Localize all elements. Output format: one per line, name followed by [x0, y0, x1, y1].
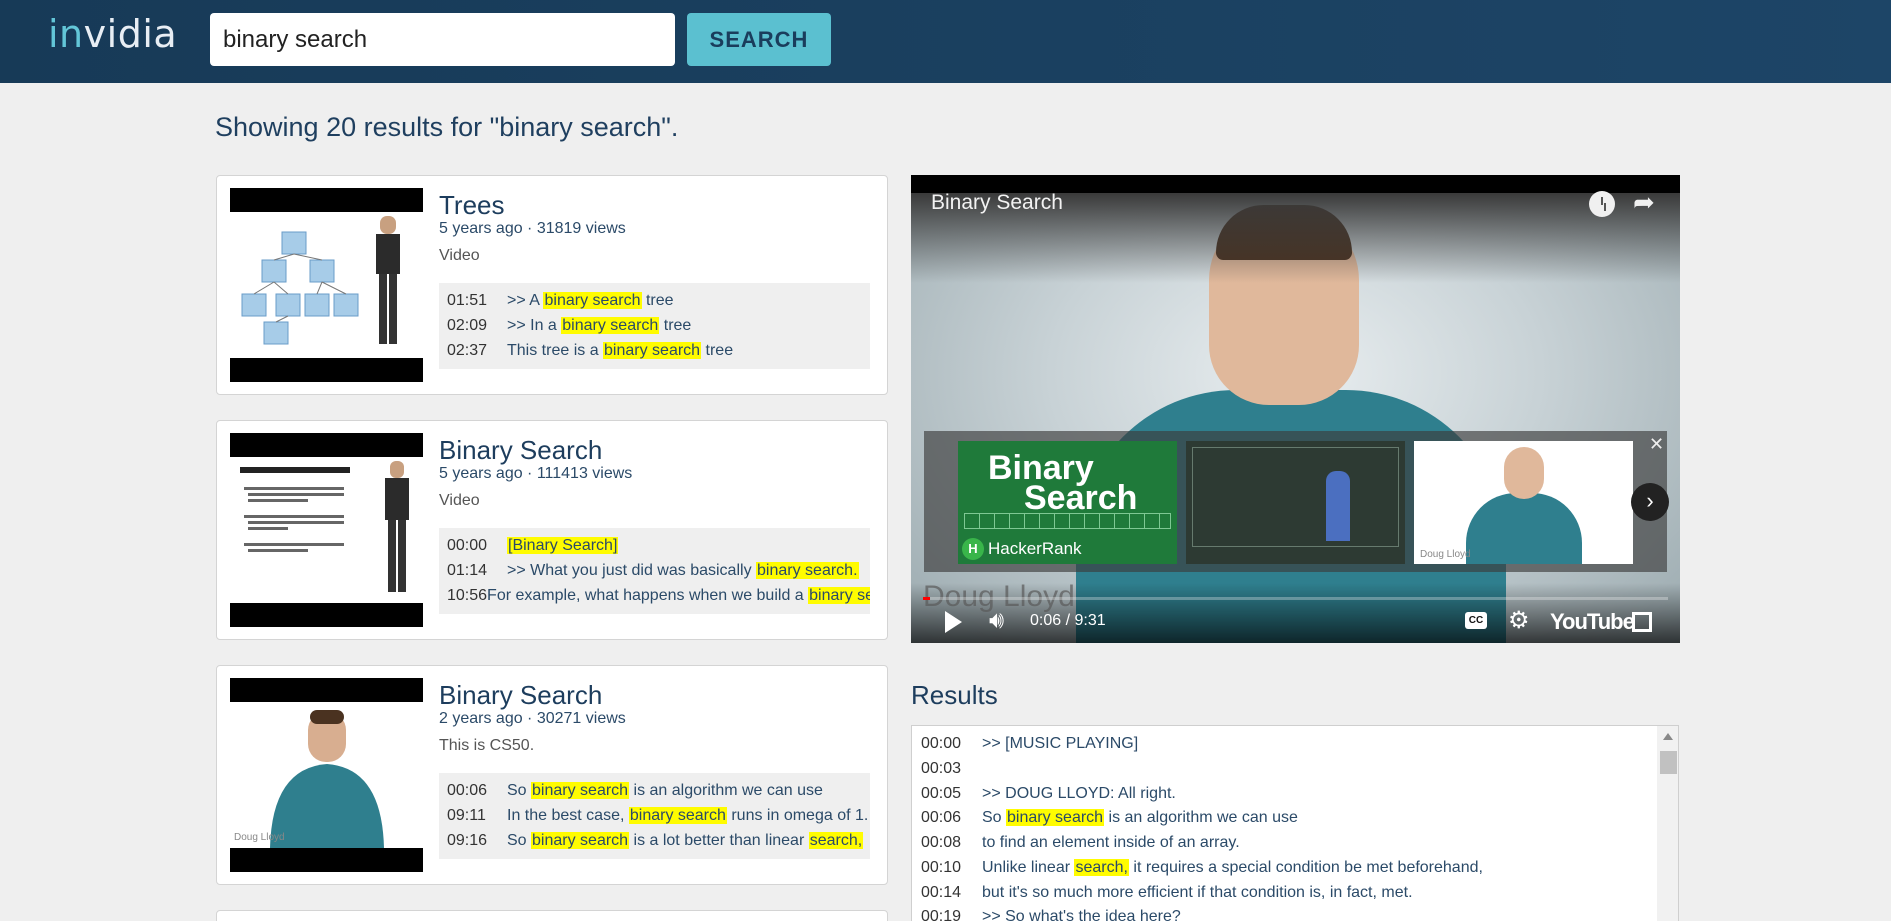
result-meta: 2 years ago · 30271 views — [439, 710, 626, 727]
result-card[interactable]: Doug Lloyd Binary Search 2 years ago · 3… — [216, 665, 888, 885]
snippet-row[interactable]: 10:56 For example, what happens when we b… — [447, 583, 870, 608]
end-screen-suggestions: Binary Search H HackerRank Doug Lloyd ✕ … — [924, 431, 1669, 572]
transcript-scrollbar[interactable] — [1657, 726, 1678, 921]
snippet-row[interactable]: 02:37 This tree is a binary search tree — [447, 338, 870, 363]
snippet-row[interactable]: 01:51 >> A binary search tree — [447, 288, 870, 313]
result-type: Video — [439, 492, 480, 509]
player-controls: 🔊︎ 0:06 / 9:31 CC ⚙ YouTube — [911, 603, 1680, 643]
chalkboard-graphic — [1192, 447, 1399, 547]
transcript-line[interactable]: 00:06 So binary search is an algorithm we… — [921, 809, 1298, 827]
video-thumbnail[interactable] — [230, 188, 423, 382]
transcript-line[interactable]: 00:14 but it's so much more efficient if … — [921, 884, 1413, 902]
scroll-up-icon[interactable] — [1663, 733, 1673, 740]
search-input[interactable] — [210, 13, 675, 66]
result-title[interactable]: Binary Search — [439, 435, 602, 466]
video-thumbnail[interactable] — [230, 433, 423, 627]
snippet-list: 00:00 [Binary Search] 01:14 >> What you ju… — [439, 528, 870, 614]
transcript-line[interactable]: 00:03 — [921, 760, 982, 778]
slide-thumbnail — [240, 461, 409, 592]
share-icon[interactable]: ➦ — [1633, 189, 1655, 215]
snippet-row[interactable]: 00:00 [Binary Search] — [447, 533, 870, 558]
invidia-logo[interactable]: invidia — [48, 12, 177, 56]
snippet-row[interactable]: 01:14 >> What you just did was basically … — [447, 558, 870, 583]
play-icon[interactable] — [945, 611, 962, 633]
transcript-line[interactable]: 00:10 Unlike linear search, it requires a… — [921, 859, 1483, 877]
transcript-line[interactable]: 00:00 >> [MUSIC PLAYING] — [921, 735, 1138, 753]
snippet-row[interactable]: 09:16 So binary search is a lot better th… — [447, 828, 870, 853]
result-meta: 5 years ago · 31819 views — [439, 220, 626, 237]
transcript-line[interactable]: 00:08 to find an element inside of an arr… — [921, 834, 1240, 852]
lecturer-figure — [1326, 471, 1350, 541]
fullscreen-icon[interactable] — [1632, 612, 1652, 632]
player-title[interactable]: Binary Search — [931, 191, 1063, 215]
transcript-list: 00:00 >> [MUSIC PLAYING] 00:03 00:05 >> DO… — [911, 725, 1679, 921]
speaker-thumbnail — [270, 710, 384, 848]
video-thumbnail[interactable]: Doug Lloyd — [230, 678, 423, 872]
volume-icon[interactable]: 🔊︎ — [989, 607, 1004, 635]
result-card[interactable]: Binary Search 5 years ago · 111413 views… — [216, 420, 888, 640]
suggested-video-thumbnail[interactable]: Doug Lloyd — [1414, 441, 1633, 564]
result-card[interactable]: Trees 5 years ago · 31819 views Video 01… — [216, 175, 888, 395]
close-icon[interactable]: ✕ — [1649, 435, 1664, 453]
snippet-row[interactable]: 02:09 >> In a binary search tree — [447, 313, 870, 338]
suggested-video-thumbnail[interactable] — [1186, 441, 1405, 564]
result-type: This is CS50. — [439, 737, 535, 754]
transcript-heading: Results — [911, 680, 998, 710]
thumb-watermark: Doug Lloyd — [234, 832, 285, 843]
snippet-list: 01:51 >> A binary search tree 02:09 >> In … — [439, 283, 870, 369]
snippet-row[interactable]: 00:06 So binary search is an algorithm we… — [447, 778, 870, 803]
suggested-video-thumbnail[interactable]: Binary Search H HackerRank — [958, 441, 1177, 564]
result-title[interactable]: Trees — [439, 190, 505, 221]
transcript-line[interactable]: 00:19 >> So what's the idea here? — [921, 908, 1181, 921]
captions-icon[interactable]: CC — [1465, 612, 1487, 629]
chevron-right-icon[interactable]: › — [1631, 483, 1669, 521]
progress-bar[interactable] — [923, 597, 1668, 600]
array-grid-graphic — [964, 513, 1171, 529]
results-summary: Showing 20 results for "binary search". — [215, 112, 679, 142]
search-button[interactable]: SEARCH — [687, 13, 831, 66]
result-type: Video — [439, 247, 480, 264]
watch-later-icon[interactable] — [1589, 191, 1615, 217]
result-card[interactable] — [216, 910, 888, 921]
tree-diagram-thumbnail — [241, 216, 400, 345]
result-meta: 5 years ago · 111413 views — [439, 465, 633, 482]
video-player[interactable]: Binary Search ➦ Binary Search H HackerRa… — [911, 175, 1680, 643]
scroll-thumb[interactable] — [1660, 751, 1677, 774]
snippet-list: 00:06 So binary search is an algorithm we… — [439, 773, 870, 859]
gear-icon[interactable]: ⚙ — [1508, 606, 1530, 635]
transcript-line[interactable]: 00:05 >> DOUG LLOYD: All right. — [921, 785, 1176, 803]
top-header: invidia SEARCH — [0, 0, 1891, 83]
snippet-row[interactable]: 09:11 In the best case, binary search run… — [447, 803, 870, 828]
youtube-logo[interactable]: YouTube — [1550, 609, 1635, 635]
hackerrank-logo-icon: H — [962, 538, 984, 560]
time-display: 0:06 / 9:31 — [1030, 612, 1106, 629]
result-title[interactable]: Binary Search — [439, 680, 602, 711]
